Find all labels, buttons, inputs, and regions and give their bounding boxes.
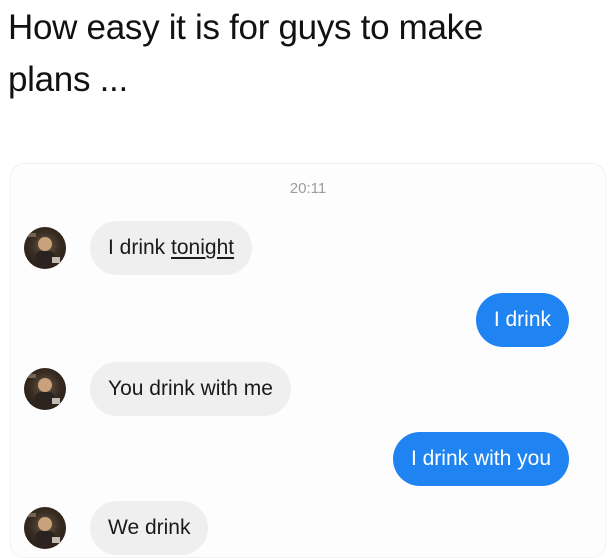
message-text: I drink — [493, 308, 551, 331]
incoming-message-bubble[interactable]: We drink — [90, 501, 209, 555]
meme-caption: How easy it is for guys to make plans ..… — [8, 2, 603, 106]
message-row-incoming: You drink with me — [11, 362, 605, 416]
contact-avatar[interactable] — [24, 368, 66, 410]
incoming-message-bubble[interactable]: I drink tonight — [90, 221, 253, 275]
contact-avatar[interactable] — [24, 227, 66, 269]
caption-line-2: plans ... — [8, 60, 128, 99]
avatar-photo-icon — [27, 513, 60, 545]
message-timestamp: 20:11 — [289, 180, 327, 197]
message-row-outgoing: I drink — [11, 293, 605, 347]
avatar-photo-icon — [27, 374, 60, 406]
caption-line-1: How easy it is for guys to make — [8, 8, 484, 47]
avatar-photo-icon — [27, 233, 60, 265]
outgoing-message-bubble[interactable]: I drink with you — [392, 432, 569, 486]
message-link-text[interactable]: tonight — [171, 236, 234, 260]
incoming-message-bubble[interactable]: You drink with me — [90, 362, 291, 416]
message-text: You drink with me — [108, 377, 273, 400]
message-text: I drink — [108, 236, 172, 259]
outgoing-message-bubble[interactable]: I drink — [475, 293, 569, 347]
contact-avatar[interactable] — [24, 507, 66, 549]
chat-screenshot: 20:11 I drink tonight I drink You drink … — [10, 163, 606, 558]
message-row-incoming: I drink tonight — [11, 221, 605, 275]
message-text: I drink with you — [410, 447, 551, 470]
message-row-incoming: We drink — [11, 501, 605, 555]
message-text: We drink — [108, 516, 191, 539]
message-row-outgoing: I drink with you — [11, 432, 605, 486]
